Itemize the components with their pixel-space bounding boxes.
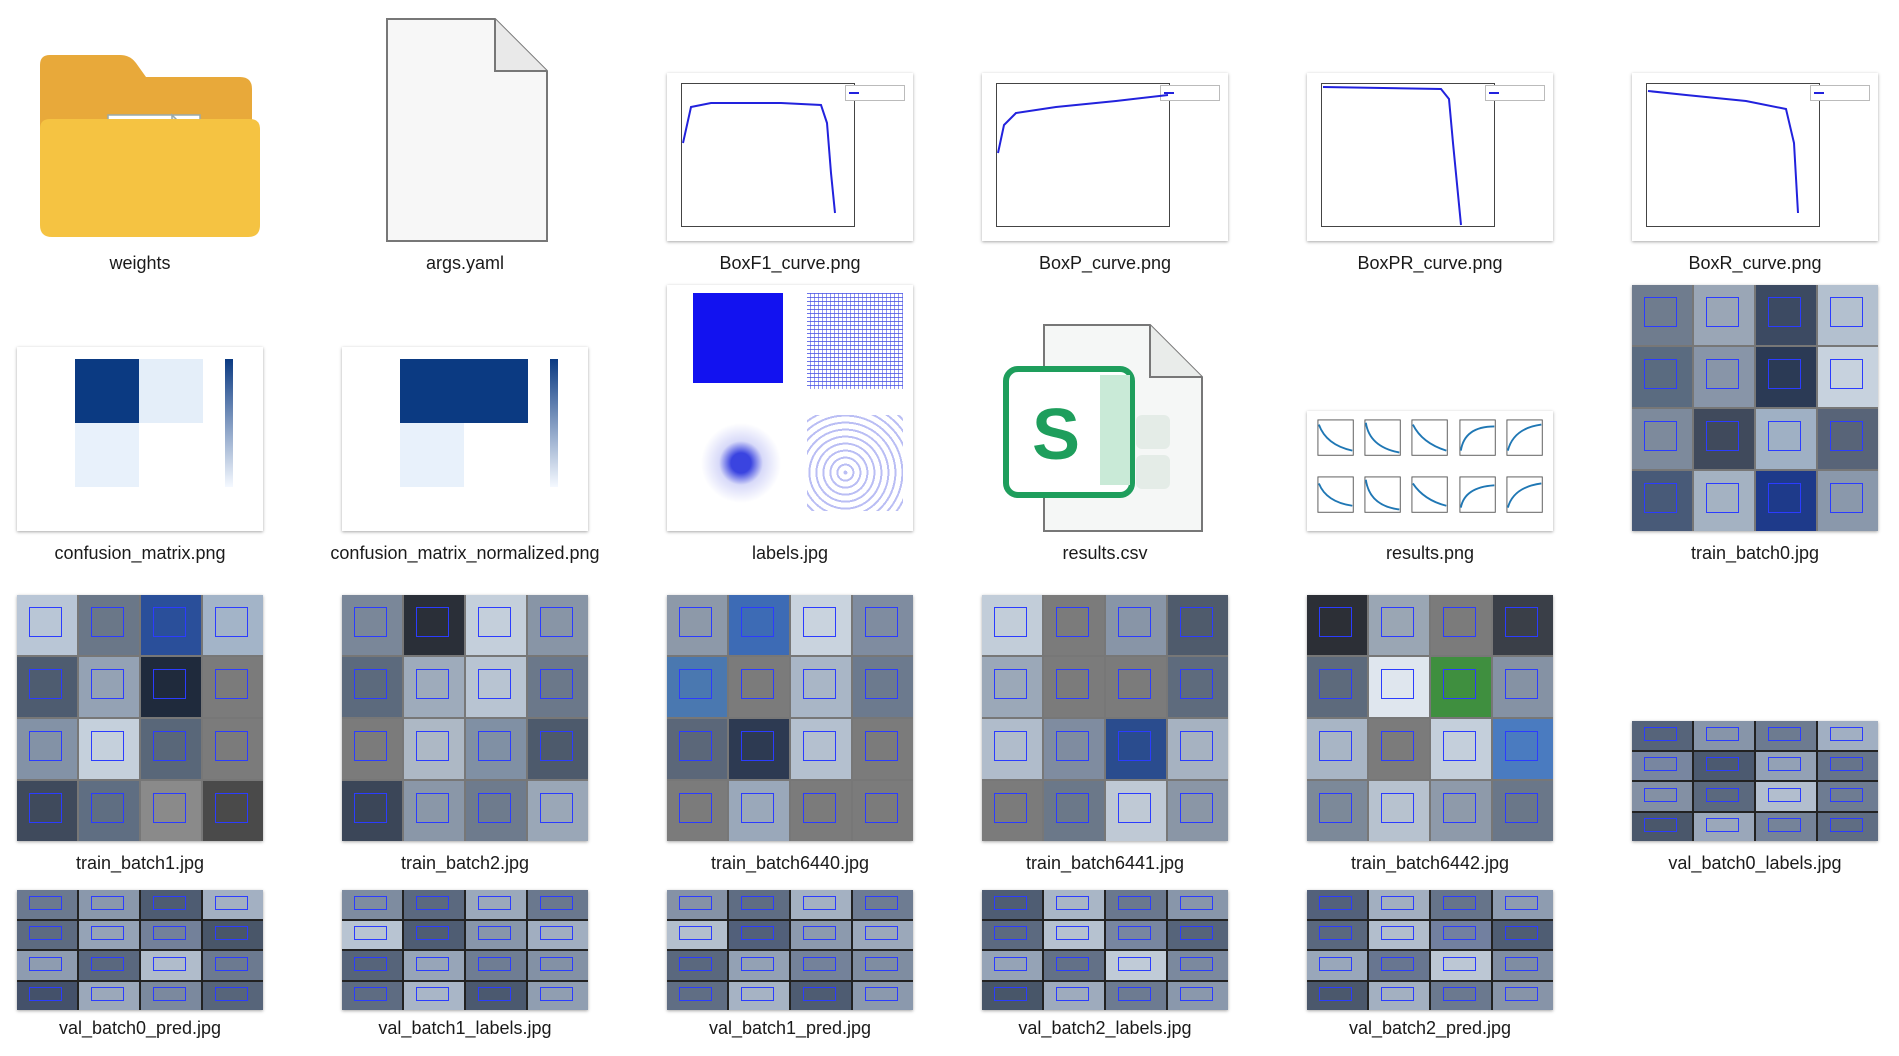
file-results-png[interactable]: results.png <box>1280 280 1580 565</box>
file-name: BoxP_curve.png <box>1038 253 1172 273</box>
file-name: results.png <box>1385 543 1475 563</box>
file-boxp-curve[interactable]: BoxP_curve.png <box>955 10 1255 275</box>
file-val-batch2-labels[interactable]: val_batch2_labels.jpg <box>955 885 1255 1040</box>
file-name: train_batch1.jpg <box>75 853 205 873</box>
file-confusion-matrix[interactable]: confusion_matrix.png <box>0 280 290 565</box>
file-name: train_batch0.jpg <box>1690 543 1820 563</box>
file-name: val_batch0_labels.jpg <box>1668 853 1842 873</box>
file-name: BoxR_curve.png <box>1688 253 1822 273</box>
file-name: BoxF1_curve.png <box>719 253 861 273</box>
folder-icon <box>10 10 270 245</box>
file-name: val_batch1_labels.jpg <box>378 1018 552 1038</box>
file-train-batch0[interactable]: train_batch0.jpg <box>1605 280 1899 565</box>
file-name: val_batch0_pred.jpg <box>58 1018 222 1038</box>
image-thumbnail <box>660 10 920 245</box>
file-name: confusion_matrix.png <box>54 543 226 563</box>
file-name: val_batch1_pred.jpg <box>708 1018 872 1038</box>
file-name: train_batch6441.jpg <box>1025 853 1185 873</box>
file-boxpr-curve[interactable]: BoxPR_curve.png <box>1280 10 1580 275</box>
file-val-batch2-pred[interactable]: val_batch2_pred.jpg <box>1280 885 1580 1040</box>
image-thumbnail <box>660 280 920 535</box>
file-results-csv[interactable]: S results.csv <box>955 280 1255 565</box>
image-thumbnail <box>10 280 270 535</box>
image-thumbnail <box>975 10 1235 245</box>
file-val-batch0-pred[interactable]: val_batch0_pred.jpg <box>0 885 290 1040</box>
image-thumbnail <box>335 885 595 1010</box>
image-thumbnail <box>975 590 1235 845</box>
file-name: labels.jpg <box>751 543 829 563</box>
image-thumbnail <box>1300 10 1560 245</box>
image-thumbnail <box>10 885 270 1010</box>
file-args-yaml[interactable]: args.yaml <box>315 10 615 275</box>
file-val-batch1-pred[interactable]: val_batch1_pred.jpg <box>640 885 940 1040</box>
image-thumbnail <box>1625 10 1885 245</box>
file-labels[interactable]: labels.jpg <box>640 280 940 565</box>
file-name: confusion_matrix_normalized.png <box>330 543 600 563</box>
svg-text:S: S <box>1032 395 1080 475</box>
file-name: results.csv <box>1062 543 1148 563</box>
file-train-batch6442[interactable]: train_batch6442.jpg <box>1280 590 1580 875</box>
image-thumbnail <box>1300 885 1560 1010</box>
image-thumbnail <box>335 280 595 535</box>
file-boxr-curve[interactable]: BoxR_curve.png <box>1605 10 1899 275</box>
image-thumbnail <box>660 885 920 1010</box>
spreadsheet-icon: S <box>975 280 1235 535</box>
image-thumbnail <box>1300 280 1560 535</box>
file-name: train_batch6442.jpg <box>1350 853 1510 873</box>
image-thumbnail <box>660 590 920 845</box>
file-val-batch0-labels[interactable]: val_batch0_labels.jpg <box>1605 590 1899 875</box>
file-train-batch2[interactable]: train_batch2.jpg <box>315 590 615 875</box>
file-weights[interactable]: weights <box>0 10 290 275</box>
file-name: BoxPR_curve.png <box>1357 253 1503 273</box>
file-name: args.yaml <box>425 253 505 273</box>
file-train-batch1[interactable]: train_batch1.jpg <box>0 590 290 875</box>
image-thumbnail <box>1625 590 1885 845</box>
file-boxf1-curve[interactable]: BoxF1_curve.png <box>640 10 940 275</box>
document-icon <box>335 10 595 245</box>
file-name: weights <box>109 253 171 273</box>
file-confusion-matrix-normalized[interactable]: confusion_matrix_normalized.png <box>315 280 615 565</box>
image-thumbnail <box>1625 280 1885 535</box>
image-thumbnail <box>335 590 595 845</box>
image-thumbnail <box>1300 590 1560 845</box>
file-train-batch6440[interactable]: train_batch6440.jpg <box>640 590 940 875</box>
file-val-batch1-labels[interactable]: val_batch1_labels.jpg <box>315 885 615 1040</box>
image-thumbnail <box>975 885 1235 1010</box>
file-name: val_batch2_labels.jpg <box>1018 1018 1192 1038</box>
file-explorer-view: weights args.yaml BoxF1_curve.png BoxP_c… <box>0 0 1899 1056</box>
file-train-batch6441[interactable]: train_batch6441.jpg <box>955 590 1255 875</box>
file-name: train_batch6440.jpg <box>710 853 870 873</box>
image-thumbnail <box>10 590 270 845</box>
file-name: train_batch2.jpg <box>400 853 530 873</box>
file-name: val_batch2_pred.jpg <box>1348 1018 1512 1038</box>
